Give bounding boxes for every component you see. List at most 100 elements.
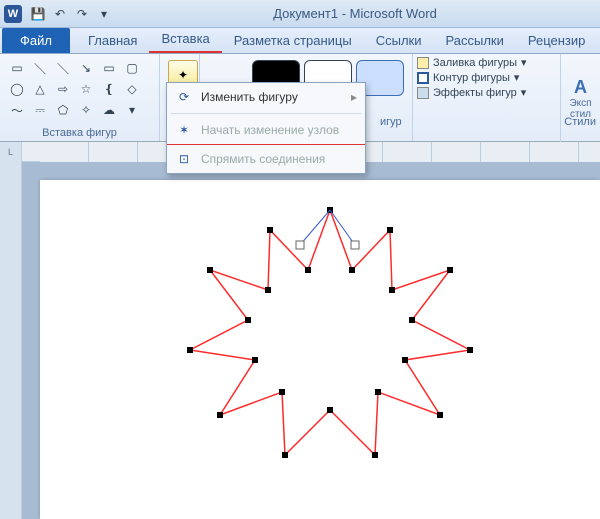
edit-shape-dropdown: ⟳ Изменить фигуру ▸ ✶ Начать изменение у… [166, 82, 366, 174]
dropdown-arrow-icon: ▾ [514, 71, 520, 84]
edit-node[interactable] [207, 267, 213, 273]
edit-node[interactable] [375, 389, 381, 395]
workspace [0, 162, 600, 519]
edit-node[interactable] [349, 267, 355, 273]
shape-line-icon[interactable]: ＼ [29, 58, 51, 78]
tab-mailings[interactable]: Рассылки [434, 28, 516, 53]
edit-node[interactable] [402, 357, 408, 363]
shape-fill-label: Заливка фигуры [433, 57, 517, 69]
edit-node[interactable] [252, 357, 258, 363]
shape-flow-icon[interactable]: ◇ [121, 79, 143, 99]
shape-line2-icon[interactable]: ＼ [52, 58, 74, 78]
shape-circle-icon[interactable]: ◯ [6, 79, 28, 99]
edit-node[interactable] [447, 267, 453, 273]
shapes-gallery[interactable]: ▭ ＼ ＼ ↘ ▭ ▢ ◯ △ ⇨ ☆ ❴ ◇ ～ ⎓ ⬠ ✧ ☁ ▾ [6, 58, 153, 120]
window-title: Документ1 - Microsoft Word [114, 6, 596, 21]
qat-more-icon[interactable]: ▾ [94, 4, 114, 24]
menu-straighten[interactable]: ⊡ Спрямить соединения [167, 145, 365, 173]
dropdown-arrow-icon: ▾ [521, 56, 527, 69]
shape-poly-icon[interactable]: ⬠ [52, 100, 74, 120]
effects-swatch-icon [417, 87, 429, 99]
menu-change-shape[interactable]: ⟳ Изменить фигуру ▸ [167, 83, 365, 111]
shape-rrect-icon[interactable]: ▢ [121, 58, 143, 78]
shape-outline-button[interactable]: Контур фигуры ▾ [417, 71, 527, 84]
edit-node[interactable] [217, 412, 223, 418]
star-shape[interactable] [180, 190, 480, 490]
ribbon: ▭ ＼ ＼ ↘ ▭ ▢ ◯ △ ⇨ ☆ ❴ ◇ ～ ⎓ ⬠ ✧ ☁ ▾ Вста… [0, 54, 600, 142]
fill-swatch-icon [417, 57, 429, 69]
shape-star-icon[interactable]: ☆ [75, 79, 97, 99]
edit-points-icon: ✶ [175, 121, 193, 139]
bezier-control-point[interactable] [296, 241, 304, 249]
edit-node[interactable] [265, 287, 271, 293]
tab-home[interactable]: Главная [76, 28, 149, 53]
undo-icon[interactable]: ↶ [50, 4, 70, 24]
shape-arrowr-icon[interactable]: ⇨ [52, 79, 74, 99]
redo-icon[interactable]: ↷ [72, 4, 92, 24]
express-label-1: Эксп [569, 98, 591, 109]
star-outline [190, 210, 470, 455]
menu-separator [171, 113, 361, 114]
edit-node[interactable] [387, 227, 393, 233]
bezier-control-point[interactable] [351, 241, 359, 249]
shape-textbox-icon[interactable]: ▭ [6, 58, 28, 78]
shape-curve-icon[interactable]: ～ [6, 100, 28, 120]
ribbon-tabs: Файл Главная Вставка Разметка страницы С… [0, 28, 600, 54]
edit-node[interactable] [245, 317, 251, 323]
group-insert-shapes: ▭ ＼ ＼ ↘ ▭ ▢ ◯ △ ⇨ ☆ ❴ ◇ ～ ⎓ ⬠ ✧ ☁ ▾ Вста… [0, 54, 160, 141]
tab-references[interactable]: Ссылки [364, 28, 434, 53]
edit-node[interactable] [372, 452, 378, 458]
edit-node[interactable] [409, 317, 415, 323]
menu-change-shape-label: Изменить фигуру [201, 90, 298, 104]
edit-shape-icon: ✦ [178, 68, 188, 82]
shape-triangle-icon[interactable]: △ [29, 79, 51, 99]
ruler-corner: L [0, 142, 22, 162]
app-window: W 💾 ↶ ↷ ▾ Документ1 - Microsoft Word Фай… [0, 0, 600, 519]
shape-fill-button[interactable]: Заливка фигуры ▾ [417, 56, 527, 69]
wordart-icon: A [574, 77, 587, 98]
edit-node[interactable] [467, 347, 473, 353]
shape-callout-icon[interactable]: ✧ [75, 100, 97, 120]
change-shape-icon: ⟳ [175, 88, 193, 106]
shape-more-icon[interactable]: ▾ [121, 100, 143, 120]
menu-straighten-label: Спрямить соединения [201, 152, 325, 166]
menu-edit-points[interactable]: ✶ Начать изменение узлов [167, 116, 365, 145]
tab-file[interactable]: Файл [2, 28, 70, 53]
submenu-arrow-icon: ▸ [351, 90, 357, 104]
shape-effects-label: Эффекты фигур [433, 87, 517, 99]
edit-node[interactable] [279, 389, 285, 395]
shape-connector-icon[interactable]: ⎓ [29, 100, 51, 120]
shape-arrow-icon[interactable]: ↘ [75, 58, 97, 78]
edit-node[interactable] [282, 452, 288, 458]
group-shape-format: Заливка фигуры ▾ Контур фигуры ▾ Эффекты… [413, 54, 531, 141]
shape-outline-label: Контур фигуры [433, 72, 510, 84]
bezier-handle-line [330, 210, 355, 245]
edit-node[interactable] [327, 407, 333, 413]
group-express-styles[interactable]: A Эксп стил [560, 54, 600, 142]
tab-review[interactable]: Рецензир [516, 28, 598, 53]
menu-edit-points-label: Начать изменение узлов [201, 123, 339, 137]
group-label-styles: игур [380, 116, 402, 128]
shape-cloud-icon[interactable]: ☁ [98, 100, 120, 120]
document-page[interactable] [40, 180, 600, 519]
edit-node[interactable] [389, 287, 395, 293]
edit-node[interactable] [437, 412, 443, 418]
shape-rect-icon[interactable]: ▭ [98, 58, 120, 78]
vertical-ruler[interactable] [0, 162, 22, 519]
save-icon[interactable]: 💾 [28, 4, 48, 24]
edit-node[interactable] [187, 347, 193, 353]
shape-brace-icon[interactable]: ❴ [98, 79, 120, 99]
app-icon: W [4, 5, 22, 23]
edit-node[interactable] [267, 227, 273, 233]
titlebar: W 💾 ↶ ↷ ▾ Документ1 - Microsoft Word [0, 0, 600, 28]
edit-node[interactable] [305, 267, 311, 273]
group-label-styles-right: Стили [564, 116, 596, 128]
outline-swatch-icon [417, 72, 429, 84]
group-label-shapes: Вставка фигур [6, 127, 153, 139]
tab-layout[interactable]: Разметка страницы [222, 28, 364, 53]
straighten-icon: ⊡ [175, 150, 193, 168]
dropdown-arrow-icon: ▾ [521, 86, 527, 99]
bezier-handle-line [300, 210, 330, 245]
shape-effects-button[interactable]: Эффекты фигур ▾ [417, 86, 527, 99]
tab-insert[interactable]: Вставка [149, 26, 221, 53]
